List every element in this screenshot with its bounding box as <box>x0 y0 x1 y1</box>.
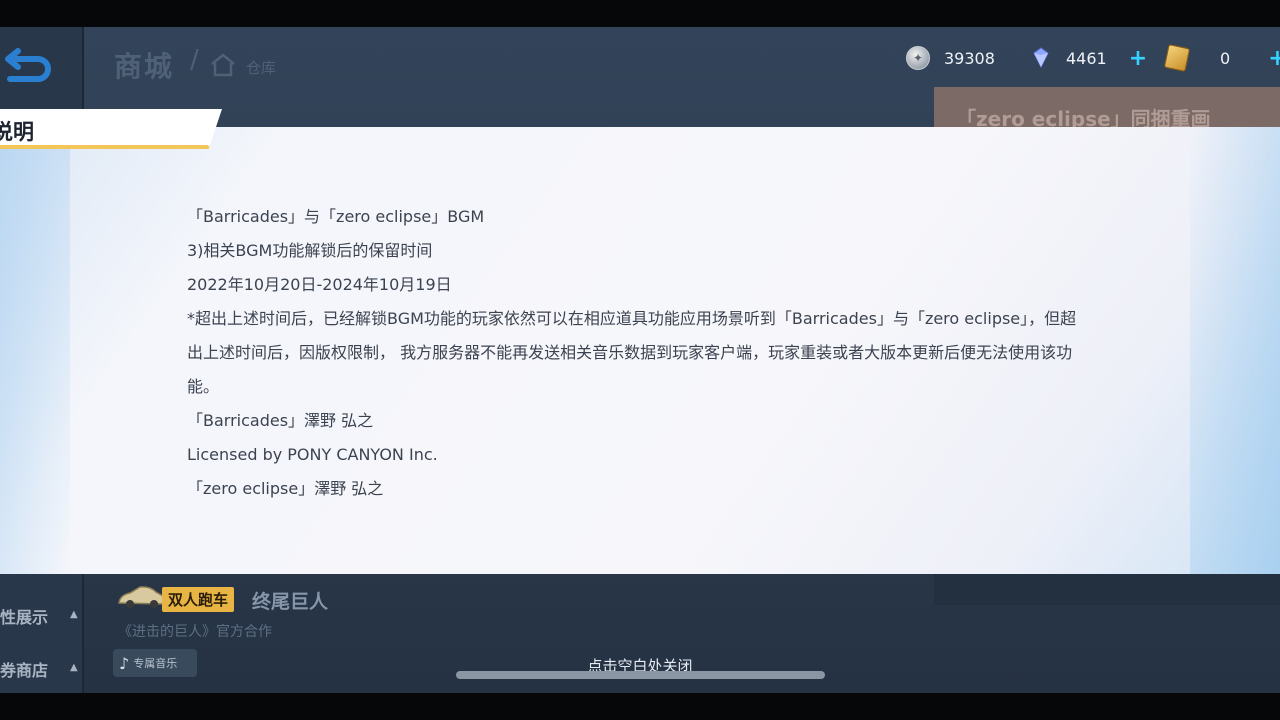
dialog-tab-label: 说明 <box>0 120 34 144</box>
ticket-counter: 0 + <box>1163 43 1280 73</box>
content-paragraph: *超出上述时间后，已经解锁BGM功能的玩家依然可以在相应道具功能应用场景听到「B… <box>187 309 1077 396</box>
content-line: Licensed by PONY CANYON Inc. <box>187 445 438 464</box>
content-line: 「zero eclipse」澤野 弘之 <box>187 479 384 498</box>
back-button[interactable] <box>0 45 58 89</box>
gem-icon <box>1033 47 1049 69</box>
dialog-stripe-right <box>1190 127 1280 574</box>
letterbox-bottom <box>0 693 1280 720</box>
content-line: 3)相关BGM功能解锁后的保留时间 <box>187 241 433 260</box>
gem-value: 4461 <box>1066 48 1107 68</box>
page-title: 商城 <box>114 50 175 83</box>
coin-value: 39308 <box>944 48 995 68</box>
coin-counter: ✦ 39308 <box>906 45 995 71</box>
caret-up-icon: ▲ <box>70 609 78 620</box>
content-line: 2022年10月20日-2024年10月19日 <box>187 275 452 294</box>
content-line: 「Barricades」澤野 弘之 <box>187 411 374 430</box>
promo-name: 终尾巨人 <box>252 591 329 613</box>
dialog-tab: 说明 <box>0 109 222 149</box>
promo-subtitle: 《进击的巨人》官方合作 <box>118 624 272 640</box>
gem-plus-button[interactable]: + <box>1129 46 1147 71</box>
preview-header: 「zero eclipse」同捆重画 <box>934 87 1280 131</box>
content-line: 「Barricades」与「zero eclipse」BGM <box>187 207 485 226</box>
house-icon <box>211 53 235 77</box>
menu-item-display[interactable]: 性展示 <box>0 604 48 628</box>
coin-icon: ✦ <box>906 46 930 70</box>
home-indicator[interactable] <box>456 671 825 679</box>
ticket-icon <box>1163 43 1191 73</box>
gem-counter: 4461 + <box>1030 45 1147 71</box>
breadcrumb[interactable]: 仓库 <box>246 57 276 78</box>
ticket-plus-button[interactable]: + <box>1268 46 1280 71</box>
breadcrumb-separator: / <box>190 45 199 75</box>
letterbox-top <box>0 0 1280 27</box>
ticket-value: 0 <box>1220 48 1231 68</box>
back-arrow-icon <box>5 48 51 82</box>
promo-tag: 双人跑车 <box>162 587 235 612</box>
dialog-stripe-left <box>0 127 70 574</box>
dialog-content: 「Barricades」与「zero eclipse」BGM 3)相关BGM功能… <box>187 200 1087 506</box>
car-icon <box>118 586 165 608</box>
